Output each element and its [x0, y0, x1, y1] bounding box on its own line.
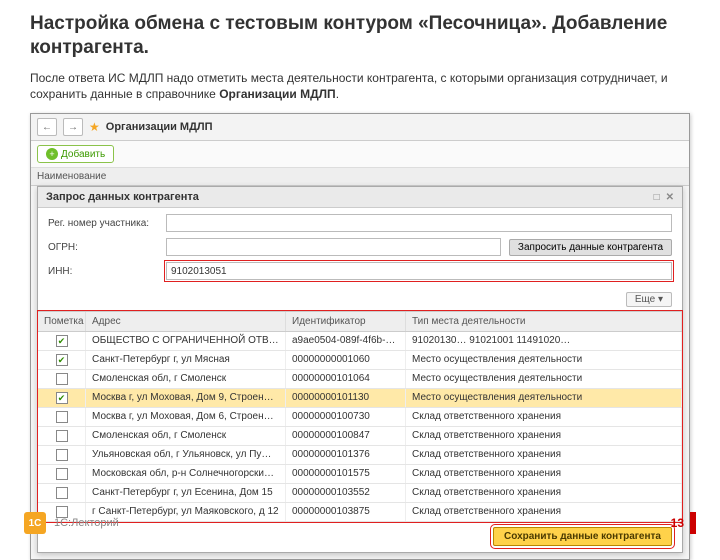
row-addr: Смоленская обл, г Смоленск — [86, 427, 286, 445]
app-window: ← → ★ Организации МДЛП + Добавить Наимен… — [30, 113, 690, 560]
row-addr: Москва г, ул Моховая, Дом 9, Строение 3 — [86, 389, 286, 407]
grid-header: Пометка Адрес Идентификатор Тип места де… — [38, 312, 682, 332]
row-id: 00000000100847 — [286, 427, 406, 445]
close-icon[interactable]: ✕ — [666, 192, 674, 203]
back-button[interactable]: ← — [37, 118, 57, 136]
row-addr: ОБЩЕСТВО С ОГРАНИЧЕННОЙ ОТВЕТСТВЕН… — [86, 332, 286, 350]
row-addr: Санкт-Петербург г, ул Есенина, Дом 15 — [86, 484, 286, 502]
row-addr: Ульяновская обл, г Ульяновск, ул Пушкаре… — [86, 446, 286, 464]
row-id: 00000000101130 — [286, 389, 406, 407]
row-type: Место осуществления деятельности — [406, 351, 682, 369]
locations-grid: Пометка Адрес Идентификатор Тип места де… — [38, 311, 682, 522]
table-row[interactable]: ОБЩЕСТВО С ОГРАНИЧЕННОЙ ОТВЕТСТВЕН…a9ae0… — [38, 332, 682, 351]
ogrn-input[interactable] — [166, 238, 501, 256]
col-id: Идентификатор — [286, 312, 406, 331]
col-type: Тип места деятельности — [406, 312, 682, 331]
row-id: a9ae0504-089f-4f6b-8766-4331… — [286, 332, 406, 350]
request-dialog: Запрос данных контрагента □ ✕ Рег. номер… — [37, 186, 683, 553]
row-type: Склад ответственного хранения — [406, 465, 682, 483]
table-row[interactable]: Ульяновская обл, г Ульяновск, ул Пушкаре… — [38, 446, 682, 465]
add-button[interactable]: + Добавить — [37, 145, 114, 163]
row-id: 00000000101575 — [286, 465, 406, 483]
dialog-titlebar: Запрос данных контрагента □ ✕ — [38, 187, 682, 208]
row-checkbox[interactable] — [38, 351, 86, 369]
add-button-label: Добавить — [61, 149, 105, 160]
row-type: Склад ответственного хранения — [406, 427, 682, 445]
row-type: Место осуществления деятельности — [406, 370, 682, 388]
dialog-title: Запрос данных контрагента — [46, 191, 199, 203]
row-checkbox[interactable] — [38, 332, 86, 350]
brand-label: 1С:Лекторий — [54, 517, 119, 529]
row-id: 00000000101376 — [286, 446, 406, 464]
row-checkbox[interactable] — [38, 446, 86, 464]
row-type: Место осуществления деятельности — [406, 389, 682, 407]
table-row[interactable]: Санкт-Петербург г, ул Есенина, Дом 15000… — [38, 484, 682, 503]
row-type: Склад ответственного хранения — [406, 446, 682, 464]
table-row[interactable]: Санкт-Петербург г, ул Мясная000000000010… — [38, 351, 682, 370]
slide-title: Настройка обмена с тестовым контуром «Пе… — [0, 0, 720, 64]
row-checkbox[interactable] — [38, 370, 86, 388]
logo-icon: 1C — [24, 512, 46, 534]
row-id: 00000000101064 — [286, 370, 406, 388]
inn-label: ИНН: — [48, 266, 158, 277]
table-row[interactable]: Москва г, ул Моховая, Дом 6, Строение 20… — [38, 408, 682, 427]
window-title: Организации МДЛП — [106, 121, 213, 133]
dialog-form: Рег. номер участника: ОГРН: Запросить да… — [38, 208, 682, 292]
row-checkbox[interactable] — [38, 427, 86, 445]
more-button[interactable]: Еще ▾ — [626, 292, 672, 307]
table-row[interactable]: Смоленская обл, г Смоленск00000000100847… — [38, 427, 682, 446]
slide-footer: 1C 1С:Лекторий 13 — [0, 512, 720, 534]
row-addr: Санкт-Петербург г, ул Мясная — [86, 351, 286, 369]
detach-icon[interactable]: □ — [654, 192, 660, 203]
row-id: 00000000103552 — [286, 484, 406, 502]
row-checkbox[interactable] — [38, 408, 86, 426]
row-id: 00000000100730 — [286, 408, 406, 426]
col-addr: Адрес — [86, 312, 286, 331]
row-id: 00000000001060 — [286, 351, 406, 369]
row-addr: Смоленская обл, г Смоленск — [86, 370, 286, 388]
favorite-icon[interactable]: ★ — [89, 120, 100, 134]
request-button[interactable]: Запросить данные контрагента — [509, 239, 672, 256]
desc-text-b: Организации МДЛП — [219, 87, 336, 101]
row-type: 91020130… 91021001 11491020… — [406, 332, 682, 350]
ogrn-label: ОГРН: — [48, 242, 158, 253]
page-accent-bar — [690, 512, 696, 534]
row-addr: Москва г, ул Моховая, Дом 6, Строение 2 — [86, 408, 286, 426]
col-mark: Пометка — [38, 312, 86, 331]
reg-label: Рег. номер участника: — [48, 218, 158, 229]
desc-text-a: После ответа ИС МДЛП надо отметить места… — [30, 71, 668, 102]
slide-description: После ответа ИС МДЛП надо отметить места… — [0, 64, 720, 110]
reg-input[interactable] — [166, 214, 672, 232]
secondary-toolbar: + Добавить — [31, 141, 689, 168]
row-checkbox[interactable] — [38, 389, 86, 407]
table-row[interactable]: Москва г, ул Моховая, Дом 9, Строение 30… — [38, 389, 682, 408]
desc-text-c: . — [336, 87, 339, 101]
window-toolbar: ← → ★ Организации МДЛП — [31, 114, 689, 141]
page-number: 13 — [671, 516, 684, 530]
row-addr: Московская обл, р-н Солнечногорский, д Ш… — [86, 465, 286, 483]
table-row[interactable]: Смоленская обл, г Смоленск00000000101064… — [38, 370, 682, 389]
row-checkbox[interactable] — [38, 484, 86, 502]
row-checkbox[interactable] — [38, 465, 86, 483]
forward-button[interactable]: → — [63, 118, 83, 136]
inn-input[interactable] — [166, 262, 672, 280]
list-header: Наименование — [31, 168, 689, 186]
plus-icon: + — [46, 148, 58, 160]
table-row[interactable]: Московская обл, р-н Солнечногорский, д Ш… — [38, 465, 682, 484]
row-type: Склад ответственного хранения — [406, 408, 682, 426]
row-type: Склад ответственного хранения — [406, 484, 682, 502]
